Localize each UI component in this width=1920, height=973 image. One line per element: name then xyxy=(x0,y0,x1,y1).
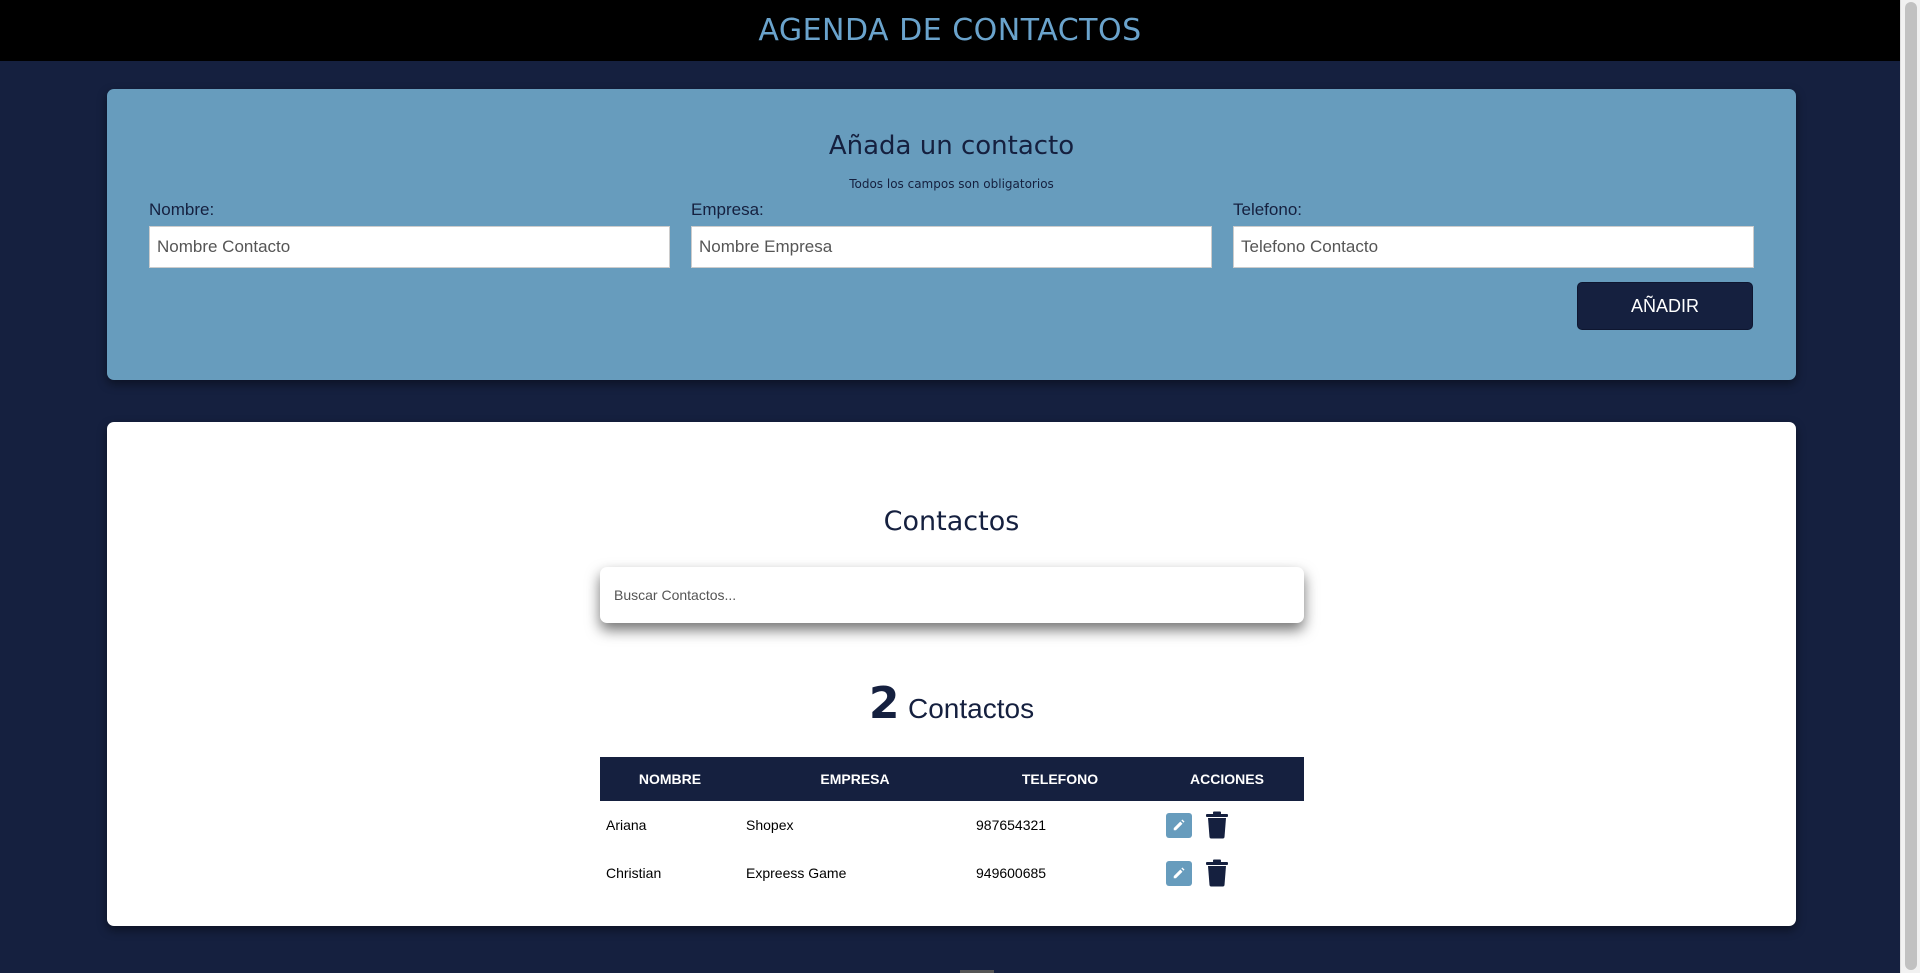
trash-icon xyxy=(1206,859,1228,887)
empresa-input[interactable] xyxy=(691,226,1212,268)
delete-button[interactable] xyxy=(1204,858,1230,888)
nombre-field: Nombre: xyxy=(149,200,670,268)
edit-icon xyxy=(1173,819,1185,831)
cell-telefono: 987654321 xyxy=(976,817,1047,833)
nombre-input[interactable] xyxy=(149,226,670,268)
column-header-nombre: NOMBRE xyxy=(638,771,702,787)
trash-icon xyxy=(1206,811,1228,839)
column-header-acciones: ACCIONES xyxy=(1190,771,1264,787)
column-header-telefono: TELEFONO xyxy=(1021,771,1099,787)
add-contact-card: Añada un contacto Todos los campos son o… xyxy=(107,89,1796,380)
contacts-table-header: NOMBRE EMPRESA TELEFONO ACCIONES xyxy=(600,757,1304,801)
search-input[interactable] xyxy=(600,567,1304,623)
cell-acciones xyxy=(1150,849,1304,897)
contacts-card: Contactos 2 Contactos NOMBRE EMPRESA TEL… xyxy=(107,422,1796,926)
empresa-field: Empresa: xyxy=(691,200,1212,268)
app-title: AGENDA DE CONTACTOS xyxy=(758,13,1142,48)
contacts-count-label: Contactos xyxy=(908,693,1035,724)
contacts-table: NOMBRE EMPRESA TELEFONO ACCIONES Ariana … xyxy=(600,757,1304,897)
cell-acciones xyxy=(1150,801,1304,849)
vertical-scrollbar[interactable] xyxy=(1900,0,1920,973)
empresa-label: Empresa: xyxy=(691,200,764,219)
row-actions xyxy=(1156,810,1298,840)
add-contact-title: Añada un contacto xyxy=(828,131,1075,161)
cell-telefono: 949600685 xyxy=(976,865,1047,881)
scrollbar-thumb[interactable] xyxy=(1905,2,1917,970)
cell-empresa: Shopex xyxy=(746,817,794,833)
app-header: AGENDA DE CONTACTOS xyxy=(0,0,1900,61)
telefono-field: Telefono: xyxy=(1233,200,1754,268)
table-row: Ariana Shopex 987654321 xyxy=(600,801,1304,849)
row-actions xyxy=(1156,858,1298,888)
edit-icon xyxy=(1173,867,1185,879)
contacts-title: Contactos xyxy=(883,506,1020,537)
cell-empresa: Expreess Game xyxy=(746,865,847,881)
telefono-label: Telefono: xyxy=(1233,200,1302,219)
table-row: Christian Expreess Game 949600685 xyxy=(600,849,1304,897)
edit-button[interactable] xyxy=(1166,860,1192,886)
nombre-label: Nombre: xyxy=(149,200,215,219)
delete-button[interactable] xyxy=(1204,810,1230,840)
telefono-input[interactable] xyxy=(1233,226,1754,268)
add-contact-button[interactable]: AÑADIR xyxy=(1577,282,1753,330)
contacts-count: 2 Contactos xyxy=(107,678,1796,729)
add-contact-subtitle: Todos los campos son obligatorios xyxy=(849,177,1054,191)
edit-button[interactable] xyxy=(1166,812,1192,838)
cell-nombre: Christian xyxy=(606,865,662,881)
column-header-empresa: EMPRESA xyxy=(820,771,890,787)
cell-nombre: Ariana xyxy=(606,817,647,833)
contacts-count-number: 2 xyxy=(868,678,900,729)
